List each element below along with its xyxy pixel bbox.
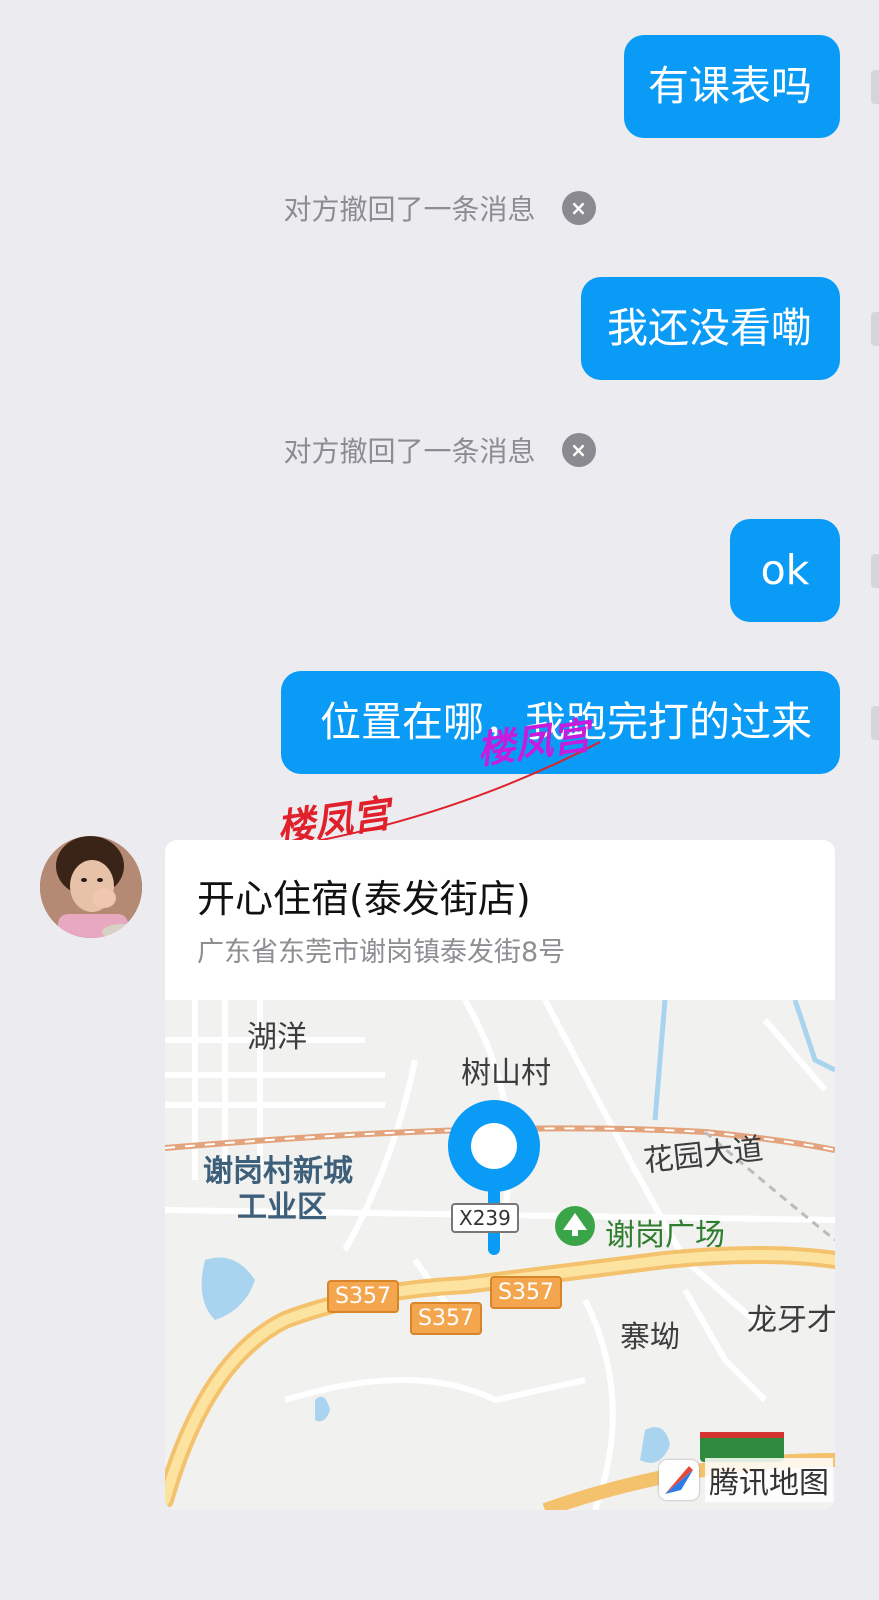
recall-notice: 对方撤回了一条消息 ×	[0, 432, 879, 468]
scroll-edge	[871, 70, 879, 104]
avatar-image	[40, 836, 142, 938]
message-bubble-3[interactable]: ok	[730, 519, 840, 622]
close-icon[interactable]: ×	[561, 191, 596, 225]
map-brand: 腾讯地图	[659, 1458, 833, 1502]
map-label: 龙牙才	[747, 1303, 835, 1338]
scroll-edge	[871, 554, 879, 588]
road-shield: X239	[451, 1203, 519, 1233]
map-brand-label: 腾讯地图	[705, 1458, 833, 1502]
message-text: ok	[760, 546, 810, 594]
avatar[interactable]	[40, 836, 142, 938]
road-shield: S357	[490, 1276, 562, 1309]
map-label: 树山村	[461, 1056, 551, 1091]
close-icon[interactable]: ×	[561, 433, 596, 467]
message-text: 有课表吗	[648, 62, 812, 110]
map-label: 寨坳	[620, 1320, 680, 1355]
message-text: 我还没看嘞	[607, 304, 812, 352]
map-preview[interactable]: 湖洋 树山村 谢岗村新城 工业区 花园大道 谢岗广场 寨坳 龙牙才 X239 S…	[165, 1000, 835, 1510]
map-label: 工业区	[237, 1190, 327, 1225]
map-label: 湖洋	[247, 1020, 307, 1055]
recall-notice-text: 对方撤回了一条消息	[283, 193, 536, 226]
message-bubble-2[interactable]: 我还没看嘞	[581, 277, 840, 380]
message-bubble-1[interactable]: 有课表吗	[624, 35, 840, 138]
location-address: 广东省东莞市谢岗镇泰发街8号	[197, 937, 566, 968]
tencent-map-icon	[659, 1460, 699, 1500]
location-name: 开心住宿(泰发街店)	[197, 877, 531, 921]
recall-notice: 对方撤回了一条消息 ×	[0, 190, 879, 226]
map-label: 谢岗广场	[605, 1218, 725, 1253]
recall-notice-text: 对方撤回了一条消息	[283, 435, 536, 468]
location-card[interactable]: 开心住宿(泰发街店) 广东省东莞市谢岗镇泰发街8号 湖洋 树山村 谢岗村新城 工…	[165, 840, 835, 1510]
road-shield: S357	[410, 1302, 482, 1335]
road-shield: S357	[327, 1280, 399, 1313]
scroll-edge	[871, 312, 879, 346]
scroll-edge	[871, 706, 879, 740]
